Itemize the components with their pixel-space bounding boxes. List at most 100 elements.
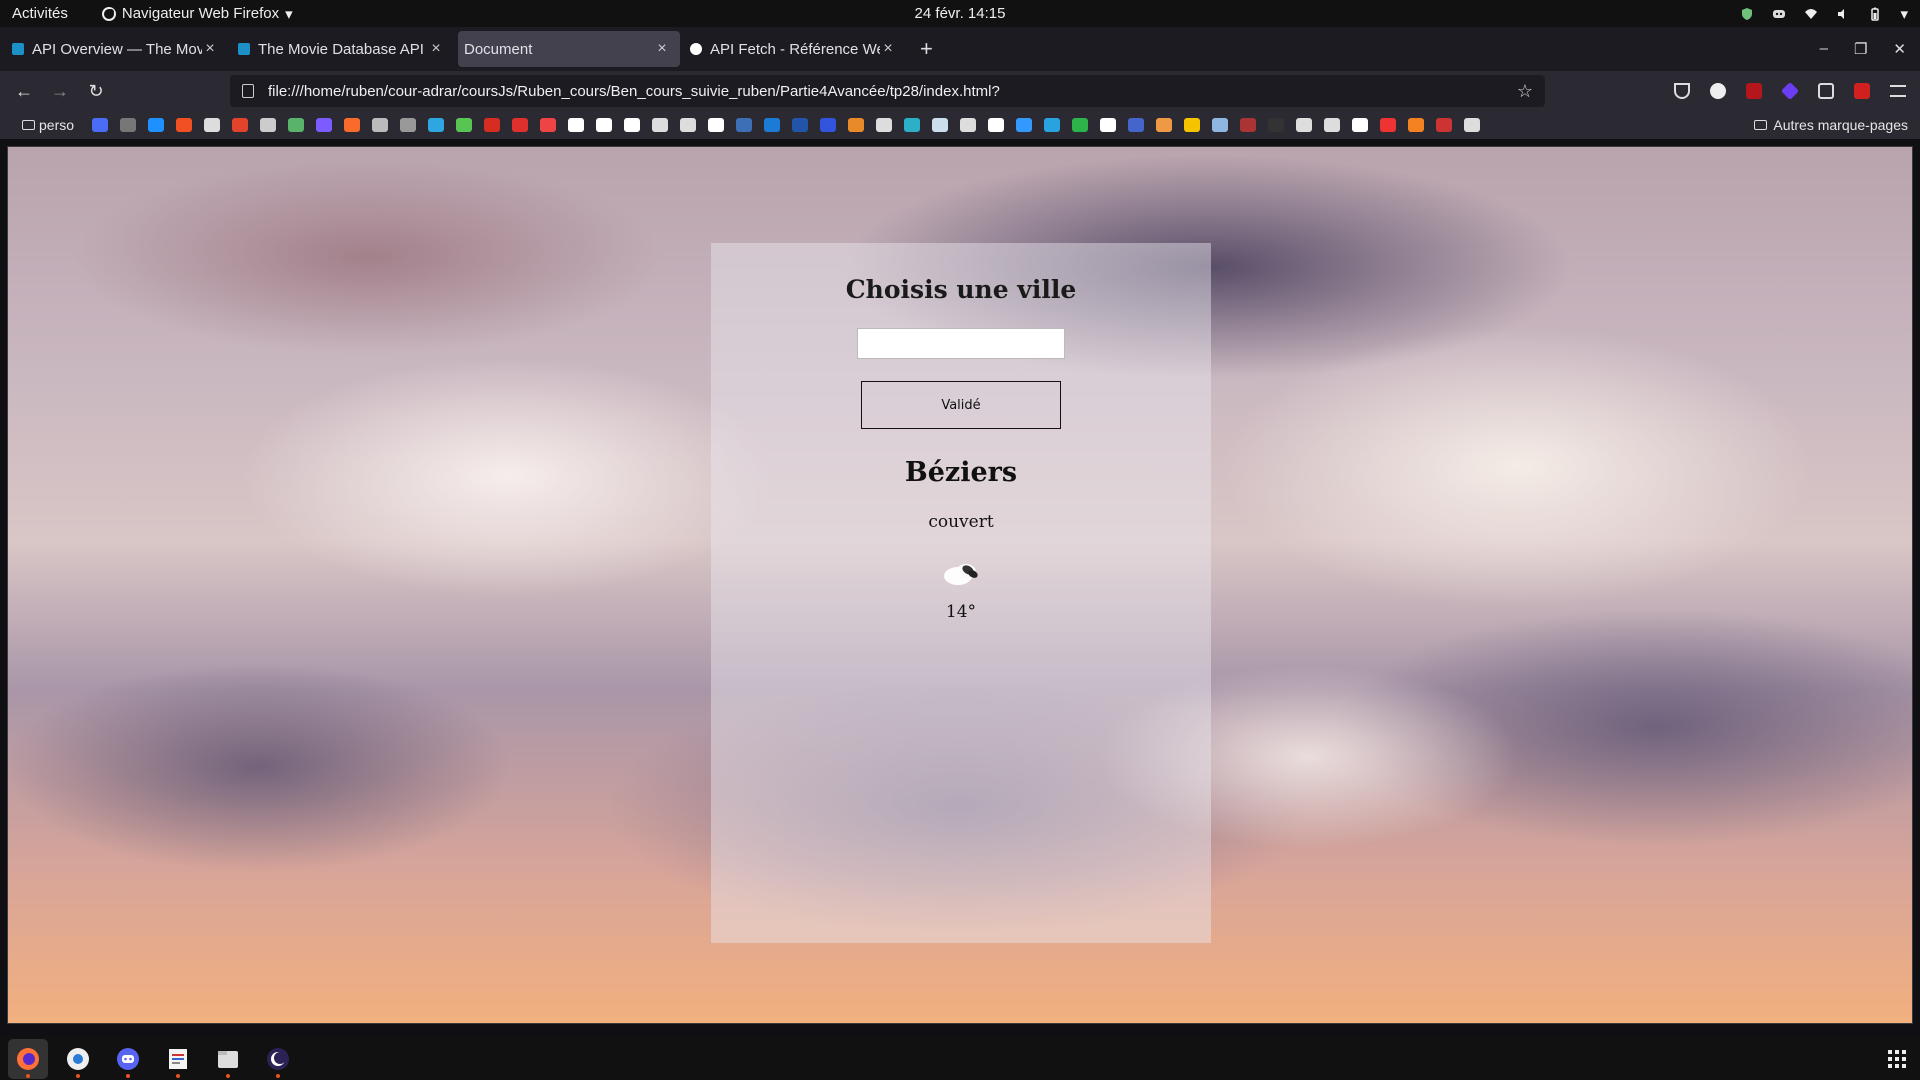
bookmark-favicon-icon[interactable] [1156,118,1173,132]
bookmark-favicon-icon[interactable] [624,118,641,132]
bookmark-favicon-icon[interactable] [512,118,529,132]
bookmark-favicon-icon[interactable] [176,118,193,132]
bookmark-favicon-icon[interactable] [1212,118,1229,132]
validate-button[interactable]: Validé [861,381,1061,429]
bookmark-favicon-icon[interactable] [92,118,109,132]
close-tab-icon[interactable]: × [880,40,896,58]
clock[interactable]: 24 févr. 14:15 [915,5,1006,22]
chevron-down-icon[interactable]: ▾ [1900,5,1908,23]
bookmark-favicon-icon[interactable] [1436,118,1453,132]
address-bar[interactable]: file:///home/ruben/cour-adrar/coursJs/Ru… [230,75,1545,107]
pocket-icon[interactable] [1674,83,1690,99]
bookmark-folder-perso[interactable]: perso [22,117,74,133]
bookmark-favicon-icon[interactable] [764,118,781,132]
bookmark-favicon-icon[interactable] [1268,118,1285,132]
bookmark-favicon-icon[interactable] [820,118,837,132]
battery-icon[interactable] [1868,7,1882,21]
bookmark-favicon-icon[interactable] [652,118,669,132]
discord-tray-icon[interactable] [1772,7,1786,21]
bookmark-favicon-icon[interactable] [1072,118,1089,132]
bookmark-favicon-icon[interactable] [568,118,585,132]
bookmark-favicon-icon[interactable] [260,118,277,132]
minimize-icon[interactable]: – [1820,40,1828,58]
bookmark-favicon-icon[interactable] [708,118,725,132]
bookmark-favicon-icon[interactable] [1408,118,1425,132]
show-apps-icon[interactable] [1888,1049,1906,1068]
bookmark-favicon-icon[interactable] [596,118,613,132]
city-input[interactable] [857,328,1065,359]
bookmark-favicon-icon[interactable] [932,118,949,132]
bookmark-favicon-icon[interactable] [1464,118,1481,132]
profile-icon[interactable] [1710,83,1726,99]
dock-discord[interactable] [108,1039,148,1079]
dock-files[interactable] [208,1039,248,1079]
app-menu[interactable]: Navigateur Web Firefox ▾ [101,5,293,23]
bookmark-favicon-icon[interactable] [1296,118,1313,132]
bookmark-favicon-icon[interactable] [204,118,221,132]
bookmark-favicon-icon[interactable] [232,118,249,132]
bookmark-favicon-icon[interactable] [680,118,697,132]
extension-icon[interactable] [1818,83,1834,99]
bookmark-favicon-icon[interactable] [792,118,809,132]
bookmark-favicon-icon[interactable] [1380,118,1397,132]
new-tab-button[interactable]: + [920,36,933,62]
bookmark-favicon-icon[interactable] [344,118,361,132]
volume-icon[interactable] [1836,7,1850,21]
menu-icon[interactable] [1890,85,1906,97]
other-bookmarks[interactable]: Autres marque-pages [1754,117,1908,133]
bookmark-favicon-icon[interactable] [288,118,305,132]
bookmark-favicon-icon[interactable] [120,118,137,132]
reload-icon[interactable]: ↻ [78,81,114,102]
extension-icon[interactable] [1780,81,1800,101]
tab-api-fetch[interactable]: API Fetch - Référence We × [684,31,906,67]
dock-settings[interactable] [58,1039,98,1079]
close-window-icon[interactable]: ✕ [1893,40,1906,58]
tab-api-overview[interactable]: API Overview — The Mov × [6,31,228,67]
activities-button[interactable]: Activités [12,5,68,22]
bookmark-favicon-icon[interactable] [1184,118,1201,132]
close-tab-icon[interactable]: × [654,40,670,58]
bookmark-favicon-icon[interactable] [148,118,165,132]
bookmark-favicon-icon[interactable] [428,118,445,132]
extension-icon[interactable] [1854,83,1870,99]
tab-movie-database[interactable]: The Movie Database API × [232,31,454,67]
wifi-icon[interactable] [1804,7,1818,21]
shield-icon[interactable] [1740,7,1754,21]
forward-icon[interactable]: → [42,81,78,102]
bookmark-favicon-icon[interactable] [736,118,753,132]
bookmark-favicon-icon[interactable] [1128,118,1145,132]
tab-document[interactable]: Document × [458,31,680,67]
close-tab-icon[interactable]: × [202,40,218,58]
system-tray[interactable]: ▾ [1740,5,1908,23]
bookmark-favicon-icon[interactable] [988,118,1005,132]
bookmark-favicon-icon[interactable] [1016,118,1033,132]
bookmark-favicon-icon[interactable] [876,118,893,132]
ublock-icon[interactable] [1746,83,1762,99]
page-icon [242,84,254,98]
bookmark-favicon-icon[interactable] [1044,118,1061,132]
back-icon[interactable]: ← [6,81,42,102]
bookmark-favicon-icon[interactable] [904,118,921,132]
bookmark-favicon-icon[interactable] [1352,118,1369,132]
url-text[interactable]: file:///home/ruben/cour-adrar/coursJs/Ru… [268,83,1517,100]
dock-eclipse[interactable] [258,1039,298,1079]
bookmark-favicon-icon[interactable] [848,118,865,132]
bookmark-favicon-icon[interactable] [1100,118,1117,132]
bookmark-favicon-icon[interactable] [372,118,389,132]
close-tab-icon[interactable]: × [428,40,444,58]
bookmark-star-icon[interactable]: ☆ [1517,81,1533,102]
bookmark-favicon-icon[interactable] [400,118,417,132]
running-indicator [176,1073,180,1078]
dock-text-editor[interactable] [158,1039,198,1079]
bookmark-favicon-icon[interactable] [540,118,557,132]
bookmark-favicon-icon[interactable] [456,118,473,132]
tab-favicon [12,43,24,55]
bookmarks-toolbar: perso Autres marque-pages [0,111,1920,139]
bookmark-favicon-icon[interactable] [1324,118,1341,132]
bookmark-favicon-icon[interactable] [960,118,977,132]
bookmark-favicon-icon[interactable] [484,118,501,132]
bookmark-favicon-icon[interactable] [316,118,333,132]
bookmark-favicon-icon[interactable] [1240,118,1257,132]
dock-firefox[interactable] [8,1038,48,1079]
restore-icon[interactable]: ❐ [1854,40,1867,58]
